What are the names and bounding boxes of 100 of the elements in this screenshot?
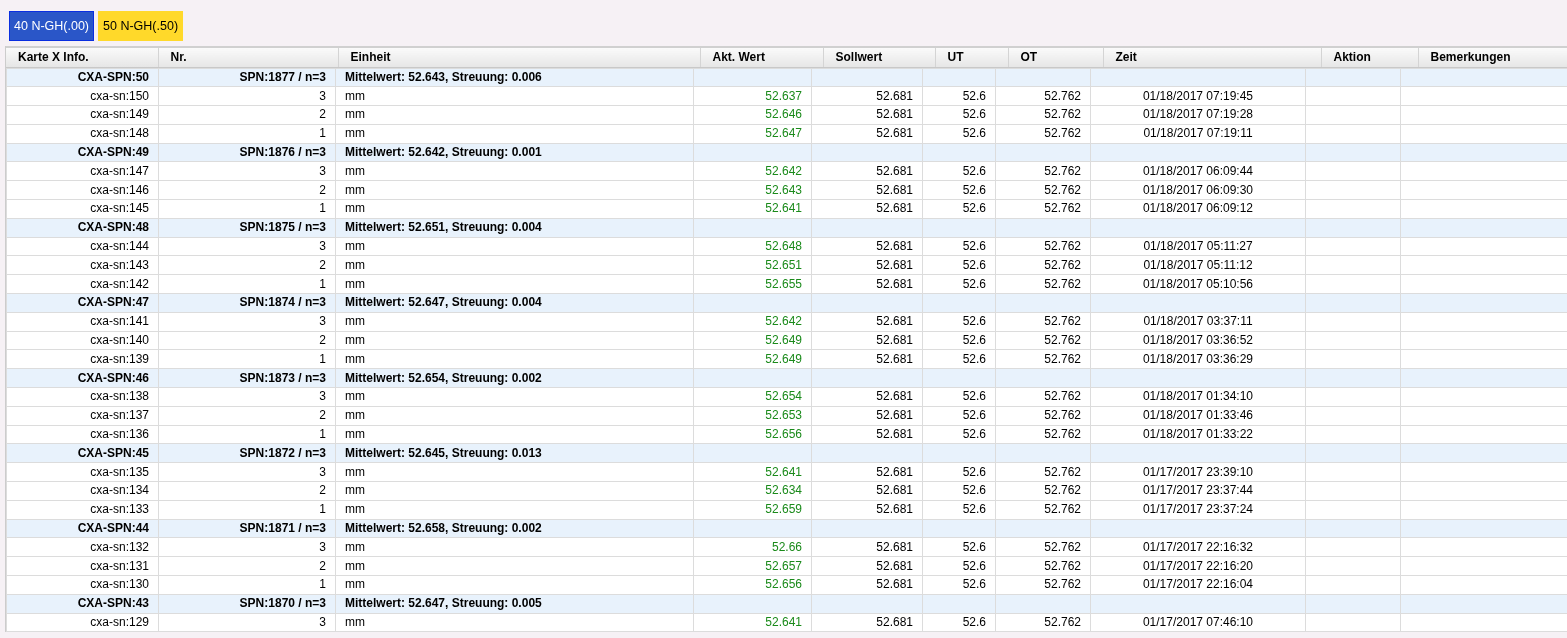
table-cell: 01/18/2017 01:33:22 — [1090, 425, 1306, 444]
table-cell: 52.681 — [811, 312, 923, 332]
table-cell: 52.681 — [811, 556, 923, 576]
table-cell: 52.6 — [922, 500, 996, 520]
table-cell: 52.681 — [811, 613, 923, 632]
value-cell: 52.656 — [693, 425, 812, 444]
table-cell: 01/17/2017 23:39:10 — [1090, 462, 1306, 482]
table-cell: 01/18/2017 06:09:30 — [1090, 180, 1306, 200]
table-cell: mm — [335, 462, 694, 482]
table-cell: 52.6 — [922, 349, 996, 369]
table-cell: 01/18/2017 07:19:28 — [1090, 105, 1306, 125]
table-cell: 52.762 — [995, 556, 1091, 576]
table-cell: 52.6 — [922, 274, 996, 294]
table-cell: 3 — [158, 613, 336, 632]
table-cell: 1 — [158, 575, 336, 595]
table-cell: 52.681 — [811, 500, 923, 520]
table-cell: 1 — [158, 124, 336, 144]
table-cell: cxa-sn:147 — [6, 162, 159, 181]
table-cell: 01/18/2017 06:09:12 — [1090, 199, 1306, 219]
table-cell: 52.762 — [995, 575, 1091, 595]
table-cell: 52.681 — [811, 199, 923, 219]
table-cell: 01/18/2017 03:36:52 — [1090, 331, 1306, 350]
table-cell: mm — [335, 86, 694, 106]
table-cell: 52.681 — [811, 274, 923, 294]
table-cell: 52.6 — [922, 105, 996, 125]
value-cell: 52.649 — [693, 349, 812, 369]
table-cell: 52.6 — [922, 124, 996, 144]
value-cell: 52.647 — [693, 124, 812, 144]
table-cell: cxa-sn:131 — [6, 556, 159, 576]
table-cell: 3 — [158, 237, 336, 256]
table-cell: 52.762 — [995, 255, 1091, 275]
table-cell: cxa-sn:142 — [6, 274, 159, 294]
value-cell: 52.634 — [693, 481, 812, 501]
table-cell: 01/18/2017 05:11:27 — [1090, 237, 1306, 256]
table-cell: cxa-sn:139 — [6, 349, 159, 369]
table-cell: mm — [335, 556, 694, 576]
table-cell: 52.6 — [922, 537, 996, 557]
chart-tab[interactable]: 40 N-GH(.00) — [9, 11, 95, 41]
table-cell: mm — [335, 255, 694, 275]
table-cell: 52.762 — [995, 312, 1091, 332]
table-cell: 01/18/2017 03:37:11 — [1090, 312, 1306, 332]
table-cell: 3 — [158, 462, 336, 482]
table-cell: mm — [335, 613, 694, 632]
value-cell: 52.641 — [693, 613, 812, 632]
table-cell: 52.6 — [922, 86, 996, 106]
table-cell: 52.681 — [811, 406, 923, 426]
value-cell: 52.643 — [693, 180, 812, 200]
value-cell: 52.653 — [693, 406, 812, 426]
table-cell: 52.762 — [995, 124, 1091, 144]
table-cell: 52.762 — [995, 105, 1091, 125]
table-cell: 52.681 — [811, 387, 923, 407]
table-cell: cxa-sn:150 — [6, 86, 159, 106]
table-cell: 52.681 — [811, 349, 923, 369]
value-cell: 52.642 — [693, 312, 812, 332]
table-cell: 3 — [158, 312, 336, 332]
table-cell: 52.6 — [922, 312, 996, 332]
table-cell: cxa-sn:135 — [6, 462, 159, 482]
group-label: CXA-SPN:50 — [6, 68, 159, 87]
value-cell: 52.641 — [693, 199, 812, 219]
table-cell: mm — [335, 425, 694, 444]
table-cell: 01/18/2017 01:34:10 — [1090, 387, 1306, 407]
table-cell: 2 — [158, 180, 336, 200]
column-header: Aktion — [1321, 47, 1418, 67]
table-cell: mm — [335, 180, 694, 200]
table-cell: 52.762 — [995, 425, 1091, 444]
table-cell: 52.681 — [811, 331, 923, 350]
table-cell: 52.762 — [995, 199, 1091, 219]
table-cell: 52.6 — [922, 425, 996, 444]
table-cell: 52.6 — [922, 481, 996, 501]
table-cell: 01/18/2017 05:11:12 — [1090, 255, 1306, 275]
table-cell: 52.6 — [922, 237, 996, 256]
table-cell: 01/17/2017 07:46:10 — [1090, 613, 1306, 632]
table-cell: 52.762 — [995, 481, 1091, 501]
table-cell: 52.762 — [995, 349, 1091, 369]
table-cell: mm — [335, 105, 694, 125]
table-cell: 2 — [158, 331, 336, 350]
chart-tab[interactable]: 50 N-GH(.50) — [98, 11, 184, 41]
table-cell: 52.762 — [995, 500, 1091, 520]
table-cell: 52.762 — [995, 180, 1091, 200]
value-cell: 52.649 — [693, 331, 812, 350]
column-header: Bemerkungen — [1418, 47, 1567, 67]
table-cell: 01/17/2017 23:37:24 — [1090, 500, 1306, 520]
table-cell: cxa-sn:144 — [6, 237, 159, 256]
table-cell: mm — [335, 406, 694, 426]
table-cell: 2 — [158, 481, 336, 501]
table-cell: cxa-sn:146 — [6, 180, 159, 200]
table-cell: 01/18/2017 03:36:29 — [1090, 349, 1306, 369]
table-cell: cxa-sn:145 — [6, 199, 159, 219]
table-cell: 52.681 — [811, 481, 923, 501]
table-cell: 1 — [158, 199, 336, 219]
table-cell: cxa-sn:129 — [6, 613, 159, 632]
table-cell: mm — [335, 349, 694, 369]
column-header: Sollwert — [823, 47, 935, 67]
table-cell: cxa-sn:140 — [6, 331, 159, 350]
column-header: Einheit — [338, 47, 700, 67]
table-cell: 2 — [158, 105, 336, 125]
table-cell: 52.762 — [995, 613, 1091, 632]
table-cell: 1 — [158, 274, 336, 294]
value-cell: 52.651 — [693, 255, 812, 275]
table-cell: mm — [335, 500, 694, 520]
